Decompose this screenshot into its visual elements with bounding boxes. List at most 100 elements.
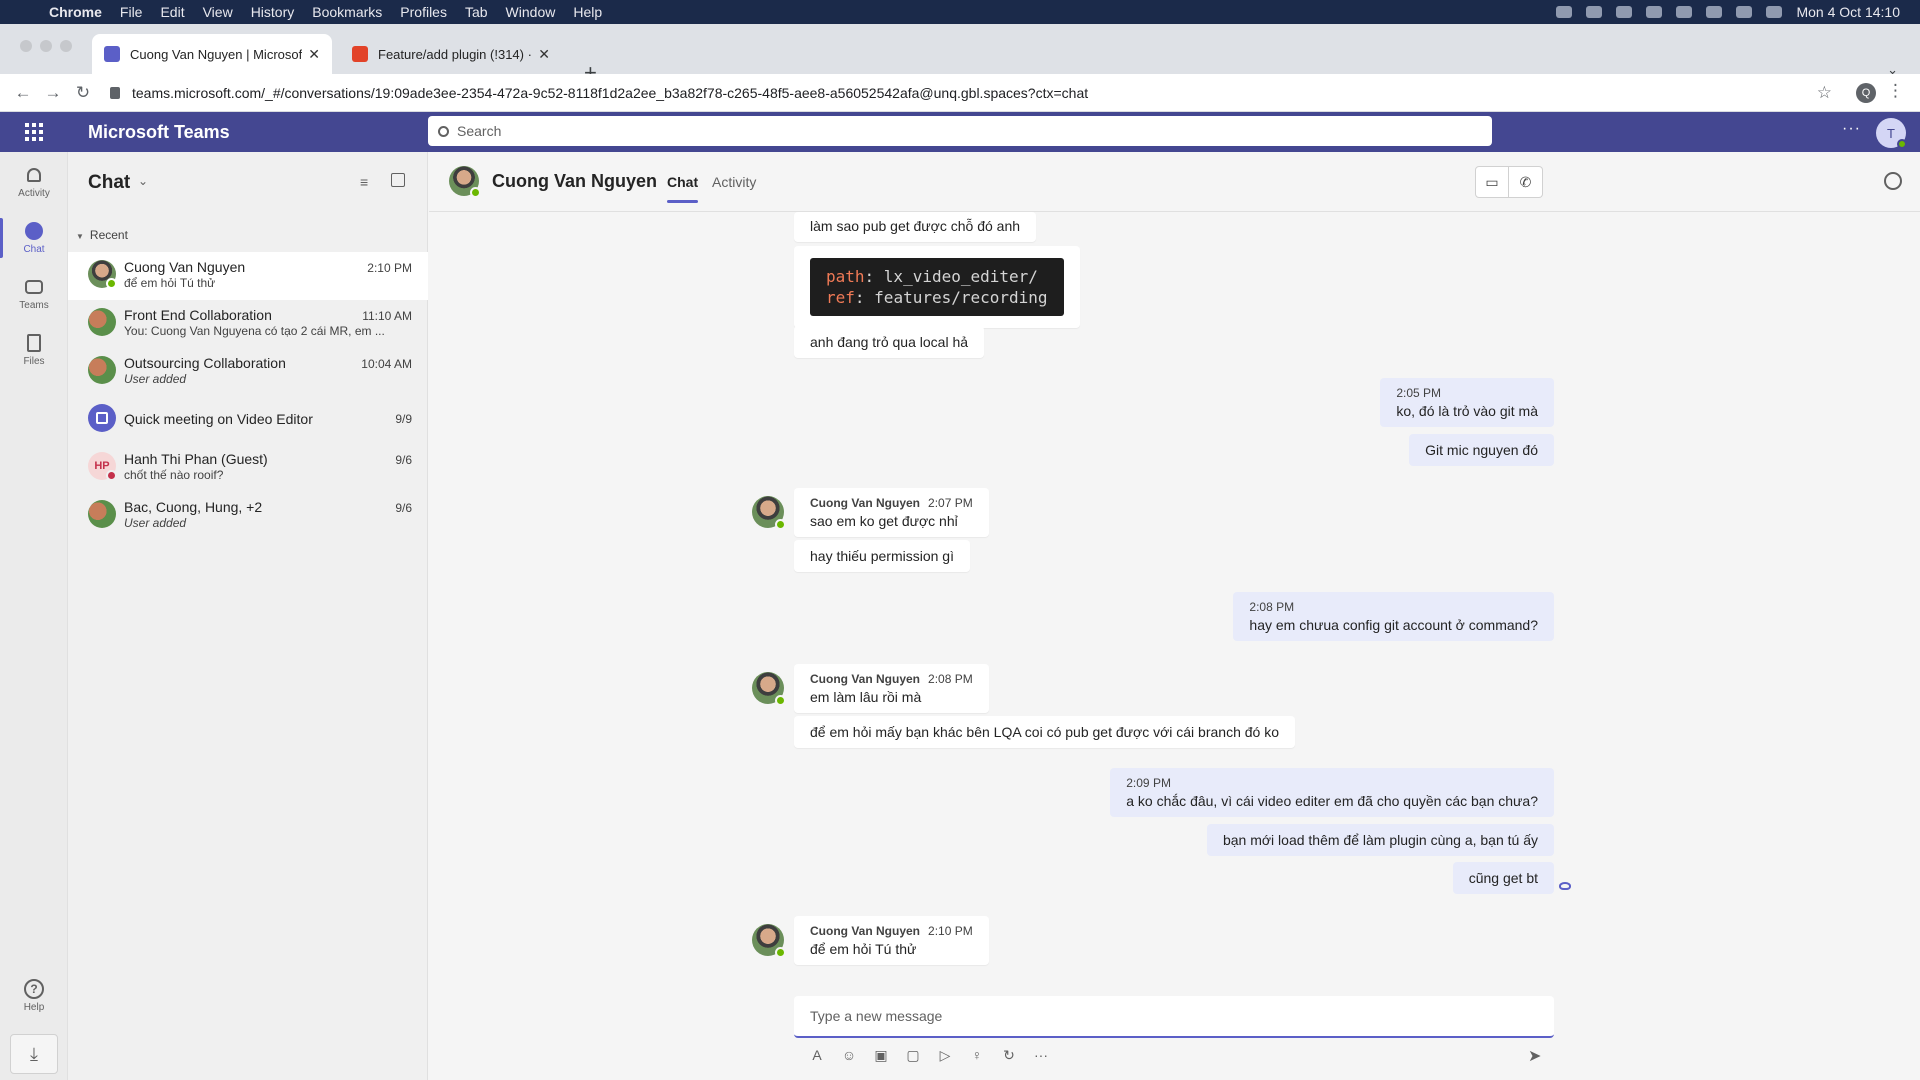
browser-tab-teams[interactable]: Cuong Van Nguyen | Microsoft Teams ✕	[92, 34, 332, 74]
menu-help[interactable]: Help	[564, 4, 611, 20]
chevron-down-icon[interactable]: ⌄	[138, 174, 148, 188]
address-bar[interactable]: teams.microsoft.com/_#/conversations/19:…	[110, 78, 1840, 108]
status-icon[interactable]	[1676, 6, 1693, 18]
bookmark-star-icon[interactable]: ☆	[1817, 83, 1832, 103]
chat-list-item[interactable]: HP Hanh Thi Phan (Guest) chốt thế nào ro…	[68, 444, 428, 492]
add-people-icon[interactable]	[1884, 172, 1902, 190]
message-bubble[interactable]: Cuong Van Nguyen 2:08 PM em làm lâu rồi m…	[794, 664, 989, 713]
app-name: Microsoft Teams	[88, 121, 230, 142]
close-tab-icon[interactable]: ✕	[538, 46, 550, 63]
app-launcher-icon[interactable]	[0, 123, 68, 141]
tab-chat[interactable]: Chat	[667, 174, 699, 203]
more-options-icon[interactable]: ···	[1032, 1046, 1050, 1064]
rail-item-activity[interactable]: Activity	[0, 156, 68, 208]
menu-app-name[interactable]: Chrome	[40, 4, 111, 20]
search-input[interactable]: Search	[428, 116, 1492, 146]
chat-list-item[interactable]: Front End Collaboration You: Cuong Van N…	[68, 300, 428, 348]
code-message-bubble[interactable]: path: lx_video_editer/ ref: features/rec…	[794, 246, 1080, 328]
message-bubble[interactable]: Cuong Van Nguyen 2:07 PM sao em ko get đư…	[794, 488, 989, 537]
menu-profiles[interactable]: Profiles	[391, 4, 456, 20]
schedule-meeting-icon[interactable]: ▷	[936, 1046, 954, 1064]
user-avatar[interactable]: T	[1876, 118, 1907, 149]
menu-window[interactable]: Window	[497, 4, 565, 20]
status-icon[interactable]	[1586, 6, 1603, 18]
chat-list-item[interactable]: Cuong Van Nguyen để em hỏi Tú thử 2:10 P…	[68, 252, 428, 300]
chat-time: 9/9	[395, 412, 412, 426]
lock-icon[interactable]	[110, 86, 120, 99]
sticker-icon[interactable]: ▢	[904, 1046, 922, 1064]
sent-message-bubble[interactable]: bạn mới load thêm để làm plugin cùng a, …	[1206, 824, 1554, 856]
browser-menu-icon[interactable]: ⋮	[1887, 81, 1904, 101]
menu-tab[interactable]: Tab	[456, 4, 497, 20]
avatar[interactable]	[449, 166, 481, 198]
chat-list-item[interactable]: Outsourcing Collaboration User added 10:…	[68, 348, 428, 396]
tab-activity[interactable]: Activity	[712, 174, 756, 190]
loop-icon[interactable]: ↻	[1000, 1046, 1018, 1064]
message-text: làm sao pub get được chỗ đó anh	[810, 218, 1021, 234]
praise-icon[interactable]: ♀	[968, 1046, 986, 1064]
sent-message-bubble[interactable]: 2:09 PM a ko chắc đâu, vì cái video edit…	[1110, 768, 1554, 817]
zoom-window-button[interactable]	[60, 40, 72, 52]
filter-icon[interactable]: ≡	[360, 174, 368, 190]
message-time: 2:05 PM	[1396, 386, 1442, 400]
gif-icon[interactable]: ▣	[872, 1046, 890, 1064]
wifi-icon[interactable]	[1706, 6, 1723, 18]
sent-message-bubble[interactable]: cũng get bt	[1452, 862, 1554, 894]
video-call-icon[interactable]: ▭	[1475, 166, 1509, 198]
back-icon[interactable]: ←	[8, 83, 38, 103]
message-bubble[interactable]: làm sao pub get được chỗ đó anh	[794, 212, 1037, 242]
rail-item-files[interactable]: Files	[0, 324, 68, 376]
chat-list-item[interactable]: Quick meeting on Video Editor 9/9	[68, 396, 428, 444]
control-center-icon[interactable]	[1766, 6, 1783, 18]
chat-list-item[interactable]: Bac, Cuong, Hung, +2 User added 9/6	[68, 492, 428, 540]
reload-icon[interactable]: ↻	[68, 83, 98, 103]
rail-item-chat[interactable]: Chat	[0, 212, 68, 264]
emoji-icon[interactable]: ☺	[840, 1046, 858, 1064]
download-icon[interactable]: ⤓	[10, 1034, 58, 1074]
rail-item-help[interactable]: ? Help	[0, 970, 68, 1022]
avatar[interactable]	[752, 924, 786, 958]
browser-tab-gitlab[interactable]: Feature/add plugin (!314) · Merge ✕	[340, 34, 562, 74]
audio-call-icon[interactable]: ✆	[1509, 166, 1543, 198]
presence-available-icon	[470, 187, 481, 198]
minimize-window-button[interactable]	[40, 40, 52, 52]
close-window-button[interactable]	[20, 40, 32, 52]
new-chat-icon[interactable]	[391, 173, 405, 187]
message-meta: Cuong Van Nguyen 2:08 PM	[810, 672, 973, 686]
chat-list-title[interactable]: Chat	[88, 172, 130, 194]
menubar-clock[interactable]: Mon 4 Oct 14:10	[1796, 4, 1900, 20]
spotlight-icon[interactable]	[1736, 6, 1753, 18]
status-icon[interactable]	[1616, 6, 1633, 18]
status-icon[interactable]	[1556, 6, 1573, 18]
status-icon[interactable]	[1646, 6, 1663, 18]
sent-message-bubble[interactable]: 2:05 PM ko, đó là trỏ vào git mà	[1380, 378, 1554, 427]
menu-bookmarks[interactable]: Bookmarks	[303, 4, 391, 20]
menu-history[interactable]: History	[242, 4, 304, 20]
forward-icon[interactable]: →	[38, 83, 68, 103]
message-bubble[interactable]: Cuong Van Nguyen 2:10 PM để em hỏi Tú thử	[794, 916, 989, 965]
message-bubble[interactable]: để em hỏi mấy bạn khác bên LQA coi có pu…	[794, 716, 1295, 748]
message-bubble[interactable]: anh đang trỏ qua local hả	[794, 326, 985, 358]
avatar[interactable]	[752, 672, 786, 706]
url-text[interactable]: teams.microsoft.com/_#/conversations/19:…	[132, 85, 1088, 101]
close-tab-icon[interactable]: ✕	[308, 46, 320, 63]
sent-message-bubble[interactable]: Git mic nguyen đó	[1409, 434, 1554, 466]
chat-name: Quick meeting on Video Editor	[124, 411, 313, 427]
avatar[interactable]	[752, 496, 786, 530]
compose-input[interactable]: Type a new message	[794, 996, 1554, 1038]
menu-view[interactable]: View	[194, 4, 242, 20]
collapse-icon: ▼	[76, 232, 84, 241]
profile-avatar[interactable]: Q	[1856, 83, 1876, 103]
message-bubble[interactable]: hay thiếu permission gì	[794, 540, 970, 572]
menu-edit[interactable]: Edit	[151, 4, 193, 20]
sent-message-bubble[interactable]: 2:08 PM hay em chưua config git account …	[1233, 592, 1554, 641]
browser-toolbar: ← → ↻ teams.microsoft.com/_#/conversatio…	[0, 74, 1920, 112]
menu-file[interactable]: File	[111, 4, 152, 20]
send-icon[interactable]: ➤	[1528, 1046, 1541, 1066]
format-icon[interactable]: A	[808, 1046, 826, 1064]
more-options-icon[interactable]: ···	[1842, 120, 1861, 138]
recent-section-header[interactable]: ▼ Recent	[76, 228, 128, 242]
help-icon: ?	[24, 978, 44, 999]
rail-item-teams[interactable]: Teams	[0, 268, 68, 320]
message-text: hay thiếu permission gì	[810, 548, 954, 564]
